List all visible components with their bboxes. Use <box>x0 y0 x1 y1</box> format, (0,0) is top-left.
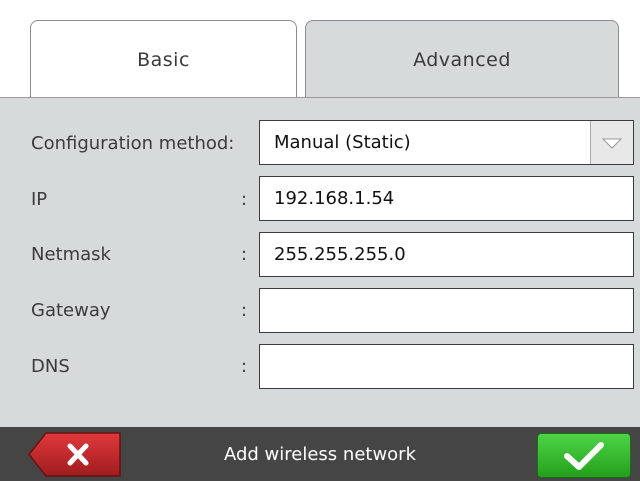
tab-advanced-label: Advanced <box>413 48 511 71</box>
confirm-button[interactable] <box>537 433 631 478</box>
checkmark-icon <box>564 441 604 470</box>
netmask-field[interactable]: 255.255.255.0 <box>259 232 634 277</box>
tab-basic-label: Basic <box>137 48 190 71</box>
dropdown-arrow-button[interactable] <box>590 121 633 164</box>
dns-colon: : <box>241 356 248 377</box>
config-method-label: Configuration method: <box>31 133 235 154</box>
dns-field[interactable] <box>259 344 634 389</box>
tab-basic[interactable]: Basic <box>30 20 297 98</box>
tab-advanced[interactable]: Advanced <box>305 20 619 98</box>
gateway-label: Gateway <box>31 300 111 321</box>
config-method-dropdown[interactable]: Manual (Static) <box>259 120 634 165</box>
cancel-button[interactable] <box>28 432 122 477</box>
netmask-value: 255.255.255.0 <box>274 244 406 265</box>
ip-value: 192.168.1.54 <box>274 188 395 209</box>
ip-colon: : <box>241 189 248 210</box>
chevron-down-icon <box>601 138 623 149</box>
advanced-settings-panel: Configuration method: Manual (Static) IP… <box>0 98 640 427</box>
gateway-colon: : <box>241 300 248 321</box>
netmask-label: Netmask <box>31 244 111 265</box>
ip-label: IP <box>31 189 48 210</box>
dns-label: DNS <box>31 356 70 377</box>
config-method-value: Manual (Static) <box>274 132 411 153</box>
netmask-colon: : <box>241 244 248 265</box>
bottom-action-bar: Add wireless network <box>0 427 640 481</box>
ip-field[interactable]: 192.168.1.54 <box>259 176 634 221</box>
gateway-field[interactable] <box>259 288 634 333</box>
